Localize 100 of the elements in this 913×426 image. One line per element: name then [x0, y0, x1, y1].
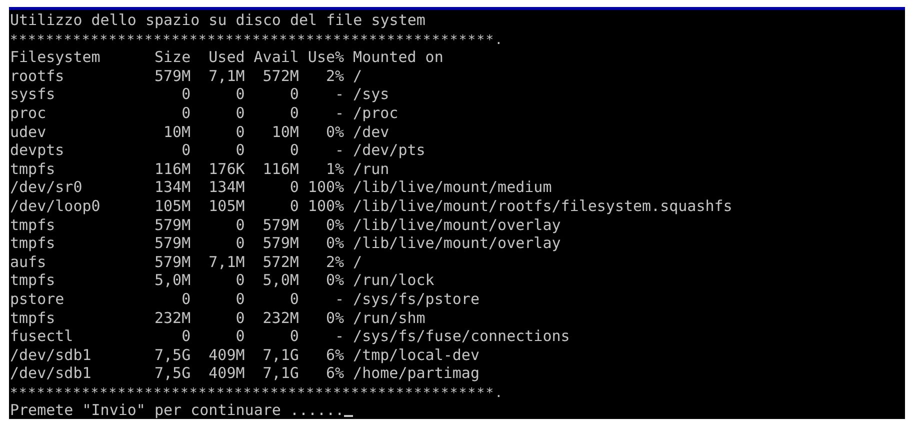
- table-cell: 7,5G: [154, 364, 191, 383]
- table-cell-text: 0%: [324, 271, 344, 290]
- table-cell-text: 2%: [324, 66, 344, 86]
- table-cell: 100%: [308, 196, 344, 216]
- table-cell-text: 7,1G: [262, 346, 299, 364]
- table-cell-text: fusectl: [10, 327, 74, 346]
- table-cell-text: 2%: [324, 252, 344, 272]
- table-cell-text: 0: [234, 216, 245, 234]
- table-cell-text: 10M: [162, 122, 191, 142]
- table-cell-text: 0: [234, 141, 245, 160]
- table-cell: 579M: [154, 66, 191, 86]
- table-cell: /sys: [353, 85, 390, 104]
- table-cell-text: 0: [288, 104, 299, 123]
- table-cell: 7,1M: [208, 252, 245, 272]
- table-cell-text: tmpfs: [10, 234, 56, 253]
- table-cell: 409M: [208, 346, 245, 364]
- table-cell: 100%: [308, 178, 344, 197]
- table-cell-text: 0%: [324, 308, 344, 328]
- table-cell: /: [353, 66, 362, 86]
- table-cell: /run/lock: [353, 271, 434, 290]
- table-cell-text: 0: [234, 271, 245, 290]
- table-cell-text: 0%: [324, 216, 344, 234]
- table-cell-text: 572M: [262, 252, 299, 272]
- table-cell-text: 232M: [262, 308, 299, 328]
- column-header: Mounted on: [353, 48, 444, 67]
- table-cell-text: aufs: [10, 252, 48, 272]
- table-cell: 5,0M: [154, 271, 191, 290]
- table-cell-text: /dev/sdb1: [10, 346, 92, 364]
- table-cell-text: 0: [288, 196, 299, 216]
- table-cell-text: 0: [234, 308, 245, 328]
- table-cell-text: 572M: [262, 66, 299, 86]
- table-cell: 134M: [208, 178, 245, 197]
- separator-line: ******************************************************.: [10, 386, 504, 401]
- table-cell: 105M: [208, 196, 245, 216]
- table-cell-text: devpts: [10, 141, 66, 160]
- table-cell-text: 0: [234, 104, 245, 123]
- column-header: Filesystem: [10, 48, 102, 67]
- table-cell-text: 0: [234, 290, 245, 308]
- table-cell-text: 0%: [324, 234, 344, 253]
- table-cell-text: proc: [10, 104, 48, 123]
- table-cell: 134M: [154, 178, 191, 197]
- table-cell-text: rootfs: [10, 66, 66, 86]
- table-cell-text: 0: [180, 85, 191, 104]
- table-cell: 232M: [154, 308, 191, 328]
- table-cell-text: -: [334, 85, 344, 104]
- table-cell: /home/partimag: [353, 364, 480, 383]
- table-cell-text: -: [334, 141, 344, 160]
- table-cell-text: pstore: [10, 290, 66, 308]
- table-cell-text: 579M: [262, 216, 299, 234]
- table-cell-text: 0%: [324, 122, 344, 142]
- table-cell-text: 0: [234, 122, 245, 142]
- table-cell-text: 6%: [324, 364, 344, 383]
- table-cell-text: 579M: [262, 234, 299, 253]
- table-cell: /lib/live/mount/overlay: [353, 216, 561, 234]
- table-cell-text: udev: [10, 122, 48, 142]
- table-cell-text: tmpfs: [10, 160, 56, 178]
- table-cell-text: 116M: [262, 160, 299, 178]
- table-cell: /lib/live/mount/overlay: [353, 234, 561, 253]
- table-cell: 176K: [208, 160, 245, 178]
- column-header: Avail: [254, 48, 299, 67]
- table-cell: /dev: [353, 122, 390, 142]
- screen-title: Utilizzo dello spazio su disco del file system: [10, 11, 426, 29]
- table-cell-text: /dev/sr0: [10, 178, 84, 197]
- table-cell-text: 0: [180, 327, 191, 346]
- table-cell: /run: [353, 160, 390, 178]
- table-cell: 409M: [208, 364, 245, 383]
- continue-prompt: Premete "Invio" per continuare ......: [10, 401, 344, 420]
- table-cell-text: tmpfs: [10, 271, 56, 290]
- table-cell-text: 7,1G: [262, 364, 299, 383]
- table-cell: /dev/pts: [353, 141, 426, 160]
- table-cell: 105M: [154, 196, 191, 216]
- table-cell-text: 0: [234, 85, 245, 104]
- table-cell-text: /dev/sdb1: [10, 364, 92, 383]
- table-cell-text: 0: [288, 85, 299, 104]
- table-cell-text: sysfs: [10, 85, 56, 104]
- column-header: Used: [208, 48, 245, 67]
- table-cell-text: -: [334, 104, 344, 123]
- table-cell-text: 0: [234, 234, 245, 253]
- table-cell-text: 5,0M: [262, 271, 299, 290]
- table-cell-text: 0: [288, 141, 299, 160]
- table-cell: /lib/live/mount/rootfs/filesystem.squashfs: [353, 196, 732, 216]
- table-cell-text: -: [334, 327, 344, 346]
- table-cell-text: tmpfs: [10, 216, 56, 234]
- table-cell-text: 6%: [324, 346, 344, 364]
- separator-line: ******************************************************.: [10, 32, 504, 48]
- table-cell-text: 0: [180, 141, 191, 160]
- table-cell-text: 0: [288, 327, 299, 346]
- table-cell: /sys/fs/pstore: [353, 290, 480, 308]
- table-cell-text: 0: [180, 104, 191, 123]
- table-cell: /proc: [353, 104, 398, 123]
- table-cell-text: /dev/loop0: [10, 196, 102, 216]
- table-cell: 579M: [154, 216, 191, 234]
- table-cell: 7,1M: [208, 66, 245, 86]
- table-cell: /tmp/local-dev: [353, 346, 480, 364]
- column-header: Use%: [308, 48, 344, 67]
- table-cell: /run/shm: [353, 308, 426, 328]
- table-cell-text: 0: [180, 290, 191, 308]
- table-cell: 116M: [154, 160, 191, 178]
- table-cell: /lib/live/mount/medium: [353, 178, 552, 197]
- table-cell: 7,5G: [154, 346, 191, 364]
